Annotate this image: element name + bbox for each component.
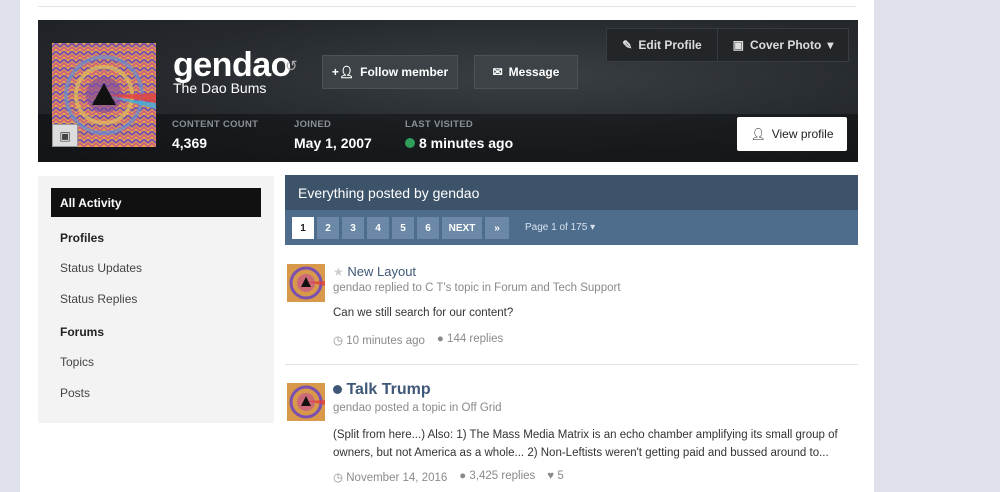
entry-avatar[interactable]: [287, 383, 325, 421]
profile-header: ▣ gendao ↺ The Dao Bums +👤︎ Follow membe…: [38, 20, 858, 162]
entry-snippet: (Split from here...) Also: 1) The Mass M…: [333, 429, 838, 459]
unread-dot-icon: [333, 385, 342, 394]
history-icon[interactable]: ↺: [285, 57, 298, 75]
top-divider: [38, 6, 856, 7]
entry-title-link[interactable]: Talk Trump: [333, 381, 431, 399]
activity-entry: ★ New Layout gendao replied to C T's top…: [285, 262, 858, 362]
online-status-icon: [405, 138, 415, 148]
follow-label: Follow member: [360, 65, 449, 79]
clock-icon: ◷: [333, 472, 344, 484]
entry-title-link[interactable]: ★ New Layout: [333, 264, 416, 279]
cover-photo-label: Cover Photo: [749, 38, 822, 52]
entry-divider: [285, 364, 858, 365]
entry-meta: gendao posted a topic in Off Grid: [333, 402, 502, 414]
entry-time[interactable]: ◷ 10 minutes ago: [333, 333, 425, 347]
stat-label: JOINED: [294, 119, 332, 130]
cover-controls: ✎ Edit Profile ▣ Cover Photo ▾: [606, 28, 849, 62]
user-icon: 👤︎: [750, 127, 766, 141]
page-6-button[interactable]: 6: [417, 217, 439, 239]
entry-snippet: Can we still search for our content?: [333, 307, 514, 319]
heart-icon: ♥: [547, 470, 555, 482]
page-3-button[interactable]: 3: [342, 217, 364, 239]
page-5-button[interactable]: 5: [392, 217, 414, 239]
edit-profile-button[interactable]: ✎ Edit Profile: [607, 29, 718, 61]
sidebar-item-all-activity[interactable]: All Activity: [51, 188, 261, 217]
stat-joined: JOINED May 1, 2007: [294, 119, 372, 151]
follow-member-button[interactable]: +👤︎ Follow member: [322, 55, 458, 89]
page-jump-dropdown[interactable]: Page 1 of 175 ▾: [525, 222, 595, 233]
next-page-button[interactable]: NEXT: [442, 217, 482, 239]
caret-down-icon: ▾: [590, 222, 596, 233]
view-profile-label: View profile: [771, 127, 834, 141]
sidebar-heading-forums: Forums: [60, 325, 105, 339]
image-icon: ▣: [732, 38, 744, 52]
sidebar-item-status-replies[interactable]: Status Replies: [60, 292, 137, 306]
star-icon: ★: [333, 265, 344, 279]
page-1-button[interactable]: 1: [292, 217, 314, 239]
cover-photo-button[interactable]: ▣ Cover Photo ▾: [718, 29, 848, 61]
entry-avatar[interactable]: [287, 264, 325, 302]
comment-icon: ●: [436, 333, 444, 345]
entry-replies: ● 3,425 replies: [459, 470, 536, 482]
comment-icon: ●: [459, 470, 467, 482]
sidebar-heading-profiles: Profiles: [60, 231, 105, 245]
entry-stats: ◷ November 14, 2016 ● 3,425 replies ♥ 5: [333, 470, 564, 484]
sidebar-item-topics[interactable]: Topics: [60, 355, 94, 369]
envelope-icon: ✉: [492, 65, 503, 79]
caret-down-icon: ▾: [827, 38, 834, 52]
profile-group: The Dao Bums: [173, 80, 267, 96]
stat-value: 4,369: [172, 135, 208, 151]
stat-last-visited: LAST VISITED 8 minutes ago: [405, 119, 513, 151]
page-container: ▣ gendao ↺ The Dao Bums +👤︎ Follow membe…: [20, 0, 874, 492]
sidebar-item-status-updates[interactable]: Status Updates: [60, 261, 142, 275]
page-4-button[interactable]: 4: [367, 217, 389, 239]
feed-title: Everything posted by gendao: [285, 175, 858, 210]
entry-meta: gendao replied to C T's topic in Forum a…: [333, 282, 621, 294]
image-icon[interactable]: ▣: [52, 124, 78, 147]
stat-value: May 1, 2007: [294, 135, 372, 151]
view-profile-button[interactable]: 👤︎ View profile: [737, 117, 847, 151]
entry-time[interactable]: ◷ November 14, 2016: [333, 470, 447, 484]
entry-stats: ◷ 10 minutes ago ● 144 replies: [333, 333, 503, 347]
stat-label: LAST VISITED: [405, 119, 473, 130]
stat-label: CONTENT COUNT: [172, 119, 259, 130]
entry-likes: ♥ 5: [547, 470, 564, 482]
edit-profile-label: Edit Profile: [638, 38, 702, 52]
pagination: 1 2 3 4 5 6 NEXT » Page 1 of 175 ▾: [285, 210, 858, 245]
page-2-button[interactable]: 2: [317, 217, 339, 239]
entry-replies: ● 144 replies: [436, 333, 504, 345]
sidebar-item-posts[interactable]: Posts: [60, 386, 90, 400]
add-user-icon: +👤︎: [331, 65, 355, 79]
last-page-button[interactable]: »: [485, 217, 509, 239]
activity-sidebar: All Activity Profiles Status Updates Sta…: [38, 176, 274, 423]
message-label: Message: [508, 65, 560, 79]
clock-icon: ◷: [333, 335, 344, 347]
message-button[interactable]: ✉ Message: [474, 55, 578, 89]
activity-entry: Talk Trump gendao posted a topic in Off …: [285, 380, 858, 490]
pencil-icon: ✎: [622, 38, 633, 52]
stat-content-count: CONTENT COUNT 4,369: [172, 119, 258, 151]
stat-value: 8 minutes ago: [405, 135, 513, 151]
